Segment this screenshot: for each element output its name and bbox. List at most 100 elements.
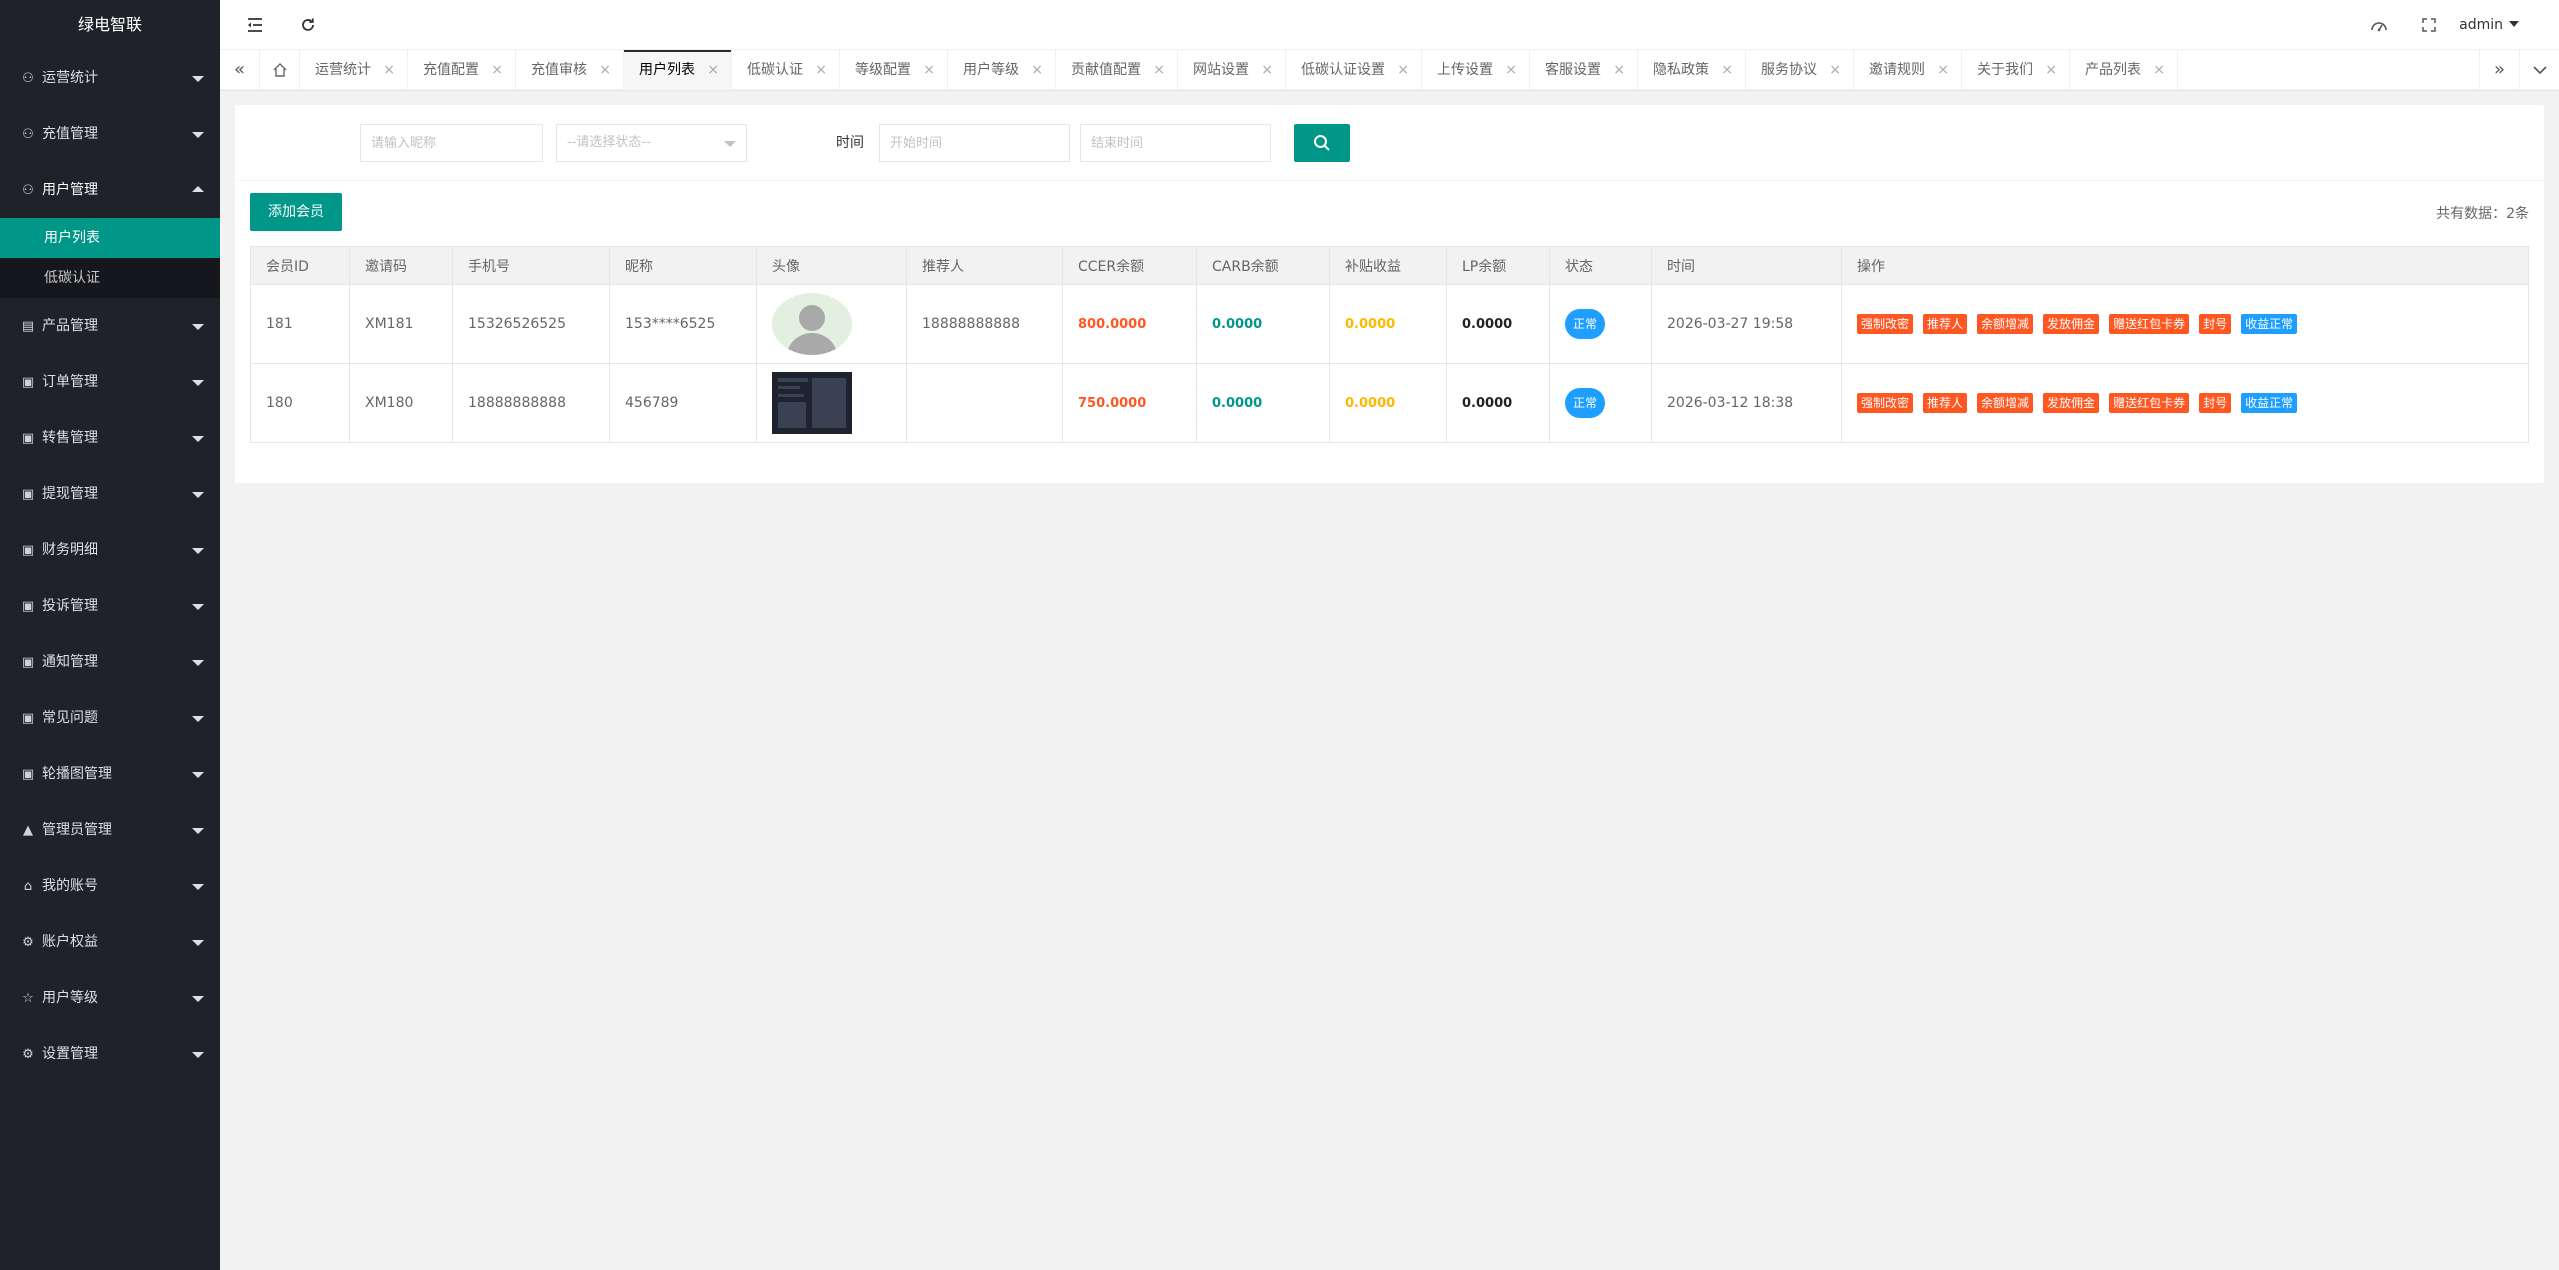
tab[interactable]: 等级配置 × (840, 50, 948, 90)
sidebar-item-12[interactable]: ▲ 管理员管理 (0, 802, 220, 858)
tab-label: 上传设置 (1437, 62, 1493, 78)
home-tab-icon[interactable] (260, 50, 300, 90)
tab[interactable]: 邀请规则 × (1854, 50, 1962, 90)
sidebar-item-1[interactable]: ⚇ 充值管理 (0, 106, 220, 162)
cell-actions: 强制改密 推荐人 余额增减 发放佣金 赠送红包卡券 封号 收益正常 (1841, 363, 2529, 443)
user-menu[interactable]: admin (2459, 0, 2519, 50)
sidebar-item-13[interactable]: ⌂ 我的账号 (0, 858, 220, 914)
cell-actions: 强制改密 推荐人 余额增减 发放佣金 赠送红包卡券 封号 收益正常 (1841, 284, 2529, 364)
action-button[interactable]: 余额增减 (1977, 314, 2034, 334)
close-icon[interactable]: × (1153, 50, 1165, 90)
cell-subsidy: 0.0000 (1329, 284, 1447, 364)
status-badge[interactable]: 正常 (1565, 309, 1605, 339)
tab[interactable]: 运营统计 × (300, 50, 408, 90)
menu-toggle-icon[interactable] (230, 0, 280, 50)
sidebar-item-3[interactable]: ▤ 产品管理 (0, 298, 220, 354)
close-icon[interactable]: × (923, 50, 935, 90)
sidebar-item-14[interactable]: ⚙ 账户权益 (0, 914, 220, 970)
end-time-input[interactable] (1080, 124, 1271, 162)
action-button[interactable]: 推荐人 (1923, 393, 1968, 413)
tab[interactable]: 充值配置 × (408, 50, 516, 90)
tab[interactable]: 低碳认证 × (732, 50, 840, 90)
sidebar-item-2[interactable]: ⚇ 用户管理 (0, 162, 220, 218)
chevron-down-icon (192, 604, 204, 610)
action-button[interactable]: 余额增减 (1977, 393, 2034, 413)
action-button[interactable]: 强制改密 (1857, 314, 1914, 334)
tab[interactable]: 贡献值配置 × (1056, 50, 1178, 90)
tab[interactable]: 上传设置 × (1422, 50, 1530, 90)
avatar (772, 293, 852, 355)
fullscreen-icon[interactable] (2404, 0, 2454, 50)
sidebar-item-label: 投诉管理 (42, 598, 98, 614)
sidebar-item-9[interactable]: ▣ 通知管理 (0, 634, 220, 690)
tab[interactable]: 充值审核 × (516, 50, 624, 90)
tab[interactable]: 用户等级 × (948, 50, 1056, 90)
tabs-menu-icon[interactable] (2519, 50, 2559, 90)
close-icon[interactable]: × (1505, 50, 1517, 90)
status-badge[interactable]: 正常 (1565, 388, 1605, 418)
action-button[interactable]: 发放佣金 (2043, 393, 2100, 413)
close-icon[interactable]: × (2045, 50, 2057, 90)
tab[interactable]: 网站设置 × (1178, 50, 1286, 90)
sidebar-item-5[interactable]: ▣ 转售管理 (0, 410, 220, 466)
tabs-scroll-right-icon[interactable]: » (2479, 50, 2519, 90)
close-icon[interactable]: × (1613, 50, 1625, 90)
close-icon[interactable]: × (599, 50, 611, 90)
sidebar-item-11[interactable]: ▣ 轮播图管理 (0, 746, 220, 802)
tab[interactable]: 产品列表 × (2070, 50, 2178, 90)
sidebar-subitem[interactable]: 低碳认证 (0, 258, 220, 298)
action-button[interactable]: 封号 (2199, 393, 2232, 413)
close-icon[interactable]: × (1397, 50, 1409, 90)
cell-ccer: 750.0000 (1062, 363, 1197, 443)
status-select[interactable]: --请选择状态-- (556, 124, 747, 162)
add-member-button[interactable]: 添加会员 (250, 193, 342, 231)
sidebar-item-7[interactable]: ▣ 财务明细 (0, 522, 220, 578)
refresh-icon[interactable] (283, 0, 333, 50)
start-time-input[interactable] (879, 124, 1070, 162)
action-button[interactable]: 赠送红包卡券 (2109, 393, 2190, 413)
nickname-input[interactable] (360, 124, 543, 162)
close-icon[interactable]: × (1031, 50, 1043, 90)
close-icon[interactable]: × (2153, 50, 2165, 90)
action-button[interactable]: 收益正常 (2241, 393, 2298, 413)
sidebar-subitem[interactable]: 用户列表 (0, 218, 220, 258)
tab[interactable]: 关于我们 × (1962, 50, 2070, 90)
close-icon[interactable]: × (1829, 50, 1841, 90)
sidebar-item-10[interactable]: ▣ 常见问题 (0, 690, 220, 746)
tab-label: 客服设置 (1545, 62, 1601, 78)
close-icon[interactable]: × (707, 50, 719, 90)
action-button[interactable]: 赠送红包卡券 (2109, 314, 2190, 334)
tab[interactable]: 低碳认证设置 × (1286, 50, 1422, 90)
tab[interactable]: 服务协议 × (1746, 50, 1854, 90)
action-button[interactable]: 发放佣金 (2043, 314, 2100, 334)
image-icon: ▣ (21, 543, 35, 558)
sidebar-item-15[interactable]: ☆ 用户等级 (0, 970, 220, 1026)
column-header: 邀请码 (349, 246, 453, 285)
close-icon[interactable]: × (1721, 50, 1733, 90)
close-icon[interactable]: × (383, 50, 395, 90)
action-button[interactable]: 封号 (2199, 314, 2232, 334)
sidebar-item-8[interactable]: ▣ 投诉管理 (0, 578, 220, 634)
avatar-body (786, 333, 838, 355)
tabs-scroll-left-icon[interactable]: « (220, 50, 260, 90)
close-icon[interactable]: × (1937, 50, 1949, 90)
tab[interactable]: 隐私政策 × (1638, 50, 1746, 90)
close-icon[interactable]: × (815, 50, 827, 90)
tab[interactable]: 客服设置 × (1530, 50, 1638, 90)
theme-icon[interactable] (2354, 0, 2404, 50)
action-button[interactable]: 推荐人 (1923, 314, 1968, 334)
close-icon[interactable]: × (1261, 50, 1273, 90)
sidebar-item-4[interactable]: ▣ 订单管理 (0, 354, 220, 410)
close-icon[interactable]: × (491, 50, 503, 90)
sidebar-item-label: 充值管理 (42, 126, 98, 142)
action-button[interactable]: 强制改密 (1857, 393, 1914, 413)
sidebar-item-6[interactable]: ▣ 提现管理 (0, 466, 220, 522)
user-name: admin (2459, 17, 2503, 33)
search-button[interactable] (1294, 124, 1350, 162)
sidebar-item-16[interactable]: ⚙ 设置管理 (0, 1026, 220, 1082)
tab[interactable]: 用户列表 × (624, 50, 732, 90)
user-icon: ⚇ (22, 71, 34, 86)
chevron-down-icon (192, 884, 204, 890)
sidebar-item-0[interactable]: ⚇ 运营统计 (0, 50, 220, 106)
action-button[interactable]: 收益正常 (2241, 314, 2298, 334)
